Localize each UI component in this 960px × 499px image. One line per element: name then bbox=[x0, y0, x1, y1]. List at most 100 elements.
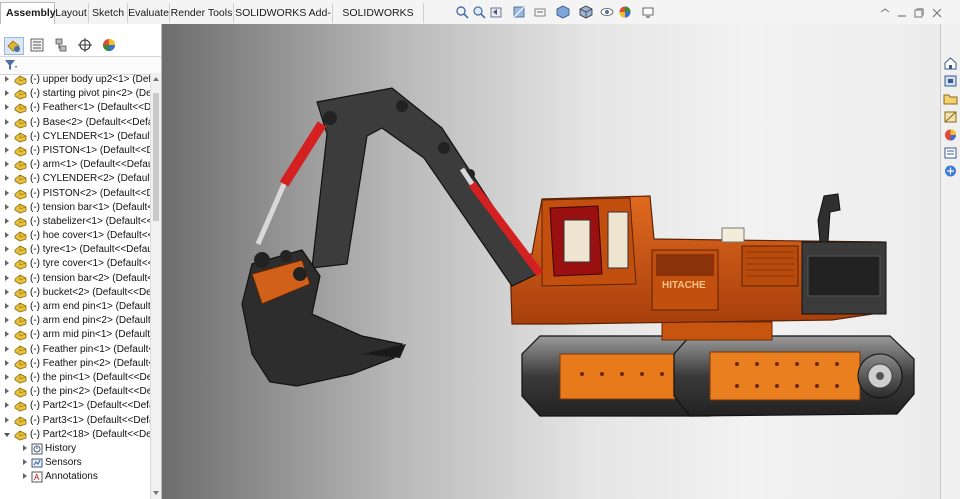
tab-render-tools[interactable]: Render Tools bbox=[170, 3, 234, 23]
expand-arrow-icon[interactable] bbox=[5, 217, 9, 224]
expand-arrow-icon[interactable] bbox=[5, 175, 9, 182]
previous-view-icon[interactable] bbox=[489, 5, 503, 19]
view-orientation-icon[interactable] bbox=[556, 5, 570, 19]
tree-item[interactable]: (-) Feather pin<1> (Default<< bbox=[0, 343, 150, 357]
tree-item[interactable]: (-) Base<2> (Default<<Defaul bbox=[0, 116, 150, 130]
tree-item[interactable]: (-) hoe cover<1> (Default<<D bbox=[0, 229, 150, 243]
tree-item[interactable]: (-) Part2<1> (Default<<Defau bbox=[0, 399, 150, 413]
tab-dimxpertmanager[interactable] bbox=[76, 37, 96, 55]
expand-arrow-icon[interactable] bbox=[5, 359, 9, 366]
expand-arrow-icon[interactable] bbox=[5, 232, 9, 239]
tree-item[interactable]: (-) arm end pin<2> (Default<< bbox=[0, 314, 150, 328]
expand-arrow-icon[interactable] bbox=[5, 76, 9, 82]
bucket[interactable] bbox=[241, 249, 406, 387]
upper-body[interactable]: HITACHE bbox=[509, 193, 887, 325]
hide-show-items-icon[interactable] bbox=[600, 5, 614, 19]
expand-arrow-icon[interactable] bbox=[5, 388, 9, 395]
edit-appearance-icon[interactable] bbox=[618, 5, 632, 19]
tab-configurationmanager[interactable] bbox=[52, 37, 72, 55]
scroll-up-icon[interactable] bbox=[153, 77, 159, 81]
tab-propertymanager[interactable] bbox=[28, 37, 48, 55]
tree-scrollbar[interactable] bbox=[150, 73, 161, 499]
tree-item[interactable]: (-) the pin<1> (Default<<Defa bbox=[0, 371, 150, 385]
expand-arrow-icon[interactable] bbox=[5, 345, 9, 352]
tree-item[interactable]: (-) stabelizer<1> (Default<<D bbox=[0, 215, 150, 229]
tree-item[interactable]: (-) CYLENDER<1> (Default<<I bbox=[0, 130, 150, 144]
tree-item[interactable]: (-) Part3<1> (Default<<Defau bbox=[0, 414, 150, 428]
window-restore-icon[interactable] bbox=[914, 8, 924, 18]
tree-item[interactable]: (-) the pin<2> (Default<<Defa bbox=[0, 385, 150, 399]
tree-item[interactable]: (-) arm<1> (Default<<Default bbox=[0, 158, 150, 172]
tree-child-item[interactable]: Sensors bbox=[0, 456, 150, 470]
expand-arrow-icon[interactable] bbox=[5, 331, 9, 338]
tree-item[interactable]: (-) PISTON<2> (Default<<Def bbox=[0, 187, 150, 201]
tree-item[interactable]: (-) Feather<1> (Default<<Def bbox=[0, 101, 150, 115]
expand-arrow-icon[interactable] bbox=[5, 260, 9, 267]
tab-featuremanager[interactable] bbox=[4, 37, 24, 55]
expand-arrow-icon[interactable] bbox=[5, 118, 9, 125]
tree-item[interactable]: (-) tension bar<2> (Default<< bbox=[0, 272, 150, 286]
tree-child-item[interactable]: A Annotations bbox=[0, 470, 150, 484]
tree-item[interactable]: (-) PISTON<1> (Default<<Def bbox=[0, 144, 150, 158]
expand-arrow-icon[interactable] bbox=[5, 246, 9, 253]
boom-arm[interactable] bbox=[311, 87, 538, 287]
expand-arrow-icon[interactable] bbox=[5, 317, 9, 324]
expand-arrow-icon[interactable] bbox=[5, 303, 9, 309]
tab-layout[interactable]: Layout bbox=[54, 3, 89, 23]
section-view-icon[interactable] bbox=[512, 5, 526, 19]
expand-arrow-icon[interactable] bbox=[5, 402, 9, 409]
expand-arrow-icon[interactable] bbox=[5, 161, 9, 168]
design-library-icon[interactable] bbox=[943, 74, 958, 88]
tree-item[interactable]: (-) tension bar<1> (Default<< bbox=[0, 201, 150, 215]
expand-arrow-icon[interactable] bbox=[5, 146, 9, 153]
tree-item[interactable]: (-) arm mid pin<1> (Default<< bbox=[0, 328, 150, 342]
expand-arrow-icon[interactable] bbox=[5, 373, 9, 380]
tree-item[interactable]: (-) arm end pin<1> (Default<< bbox=[0, 300, 150, 314]
tab-assembly[interactable]: Assembly bbox=[0, 2, 56, 25]
tab-solidworks-mbd[interactable]: SOLIDWORKS MBD bbox=[333, 3, 424, 39]
window-close-icon[interactable] bbox=[932, 8, 942, 18]
window-expand-icon[interactable] bbox=[880, 8, 890, 18]
expand-arrow-icon[interactable] bbox=[5, 132, 9, 139]
view-palette-icon[interactable] bbox=[943, 110, 958, 124]
view-settings-icon[interactable] bbox=[641, 5, 655, 19]
expand-arrow-icon[interactable] bbox=[23, 444, 27, 451]
tree-item[interactable]: (-) Feather pin<2> (Default<< bbox=[0, 357, 150, 371]
dynamic-annotation-icon[interactable] bbox=[533, 5, 547, 19]
zoom-to-fit-icon[interactable] bbox=[455, 5, 469, 19]
window-minimize-icon[interactable] bbox=[897, 8, 907, 18]
tree-item[interactable]: (-) upper body up2<1> (Defau bbox=[0, 73, 150, 87]
expand-arrow-icon[interactable] bbox=[23, 459, 27, 466]
tree-item[interactable]: (-) bucket<2> (Default<<Defa bbox=[0, 286, 150, 300]
file-explorer-icon[interactable] bbox=[943, 92, 958, 106]
tab-sketch[interactable]: Sketch bbox=[89, 3, 128, 23]
tree-item[interactable]: (-) tyre cover<1> (Default<<D bbox=[0, 257, 150, 271]
tab-evaluate[interactable]: Evaluate bbox=[128, 3, 170, 23]
expand-arrow-icon[interactable] bbox=[5, 203, 9, 210]
expand-arrow-icon[interactable] bbox=[5, 104, 9, 111]
tree-child-item[interactable]: History bbox=[0, 442, 150, 456]
tree-item[interactable]: (-) tyre<1> (Default<<Default bbox=[0, 243, 150, 257]
display-style-icon[interactable] bbox=[579, 5, 593, 19]
expand-arrow-icon[interactable] bbox=[5, 416, 9, 423]
expand-arrow-icon[interactable] bbox=[5, 189, 9, 196]
collapse-arrow-icon[interactable] bbox=[4, 432, 10, 437]
filter-icon[interactable] bbox=[4, 59, 18, 71]
tree-item[interactable]: (-) Part2<18> (Default<<Defa bbox=[0, 428, 150, 442]
tree-item[interactable]: (-) CYLENDER<2> (Default<<I bbox=[0, 172, 150, 186]
scroll-down-icon[interactable] bbox=[153, 491, 159, 495]
solidworks-resources-icon[interactable] bbox=[943, 56, 958, 70]
tree-item[interactable]: (-) starting pivot pin<2> (Defa bbox=[0, 87, 150, 101]
scrollbar-thumb[interactable] bbox=[153, 93, 159, 221]
zoom-to-area-icon[interactable] bbox=[472, 5, 486, 19]
tab-displaymanager[interactable] bbox=[100, 37, 120, 55]
expand-arrow-icon[interactable] bbox=[5, 274, 9, 281]
solidworks-forum-icon[interactable] bbox=[943, 164, 958, 178]
expand-arrow-icon[interactable] bbox=[5, 90, 9, 97]
custom-properties-icon[interactable] bbox=[943, 146, 958, 160]
expand-arrow-icon[interactable] bbox=[5, 288, 9, 295]
tab-solidworks-add-ins[interactable]: SOLIDWORKS Add-Ins bbox=[234, 3, 333, 39]
appearances-scenes-icon[interactable] bbox=[943, 128, 958, 142]
graphics-area[interactable]: HITACHE bbox=[162, 24, 940, 499]
turntable[interactable] bbox=[661, 321, 773, 341]
